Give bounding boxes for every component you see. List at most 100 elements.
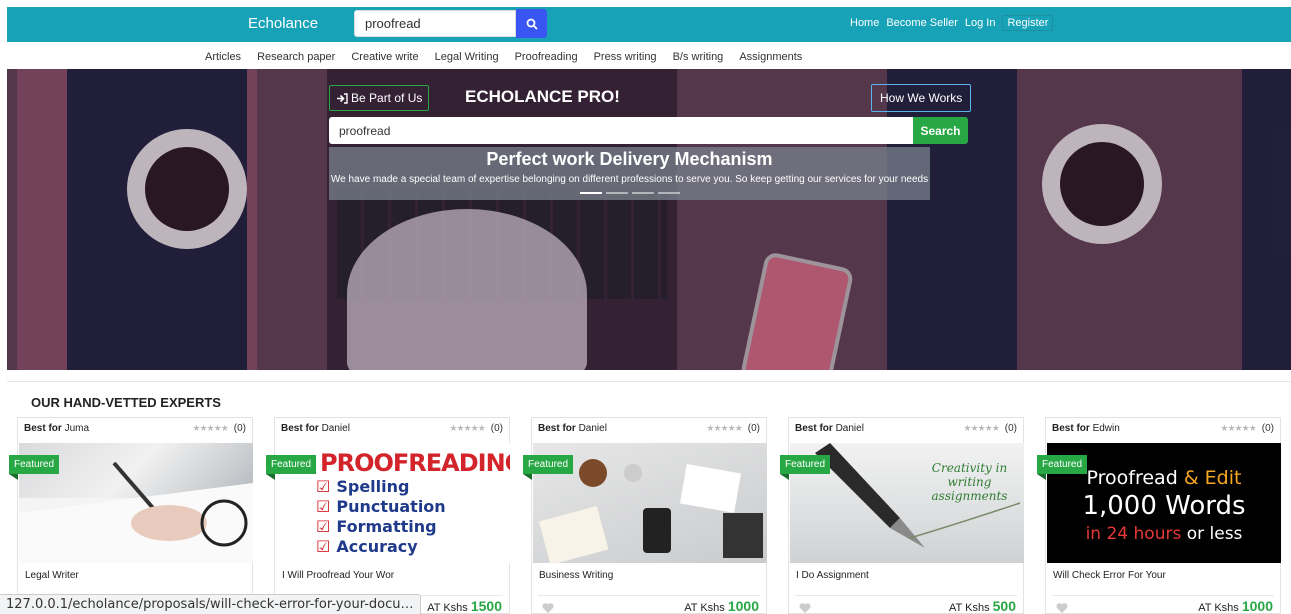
category-articles[interactable]: Articles [205,51,241,63]
card-title[interactable]: I Will Proofread Your Wor [282,570,394,581]
card-title[interactable]: I Do Assignment [796,570,869,581]
proof-item: ☑ Accuracy [316,537,446,557]
edit-text: in 24 hours [1085,524,1182,544]
category-nav: Articles Research paper Creative write L… [205,51,818,63]
price-value: 1000 [1241,598,1273,614]
category-bs-writing[interactable]: B/s writing [673,51,724,63]
category-legal-writing[interactable]: Legal Writing [435,51,499,63]
hero-carousel: Be Part of Us ECHOLANCE PRO! How We Work… [7,69,1291,370]
expert-name: Daniel [321,423,350,434]
expert-name: Edwin [1092,423,1120,434]
card-best-for: Best for Daniel [281,423,350,434]
be-part-of-us-button[interactable]: Be Part of Us [329,85,430,111]
category-research-paper[interactable]: Research paper [257,51,335,63]
browser-status-bar: 127.0.0.1/echolance/proposals/will-check… [0,594,421,614]
proof-item-text: Formatting [336,517,437,536]
review-count: (0) [233,423,246,434]
card-rating: ★★★★★ (0) [449,423,503,434]
hero-search-button[interactable]: Search [913,117,968,144]
expert-card[interactable]: Best for Juma ★★★★★ (0) Featured Legal Wr… [9,417,253,614]
sign-in-icon [337,92,348,104]
card-price: AT Kshs 1000 [1198,598,1273,614]
expert-card[interactable]: Best for Daniel ★★★★★ (0) Creativity in wr… [780,417,1024,614]
card-rating: ★★★★★ (0) [963,423,1017,434]
card-rating: ★★★★★ (0) [706,423,760,434]
stars-icon: ★★★★★ [1220,423,1256,433]
card-title[interactable]: Legal Writer [25,570,79,581]
review-count: (0) [747,423,760,434]
check-icon: ☑ [316,477,331,496]
review-count: (0) [1261,423,1274,434]
stars-icon: ★★★★★ [963,423,999,433]
edit-text: & Edit [1183,467,1242,489]
assign-line: writing assignments [931,475,1008,503]
card-best-for: Best for Edwin [1052,423,1120,434]
edit-image-line2: 1,000 Words [1082,491,1246,521]
category-proofreading[interactable]: Proofreading [515,51,578,63]
hero-overlay [7,69,1291,370]
carousel-indicator[interactable] [580,192,602,194]
carousel-caption: Perfect work Delivery Mechanism We have … [329,147,930,200]
top-search-input[interactable] [354,10,516,37]
card-best-for: Best for Juma [24,423,89,434]
carousel-indicators [580,192,680,194]
price-value: 1000 [727,598,759,614]
assign-image-text: Creativity in writing assignments [915,461,1024,503]
price-prefix: AT Kshs [684,602,725,614]
nav-register[interactable]: Register [1002,15,1054,31]
price-prefix: AT Kshs [1198,602,1239,614]
best-for-label: Best for [795,423,833,434]
stars-icon: ★★★★★ [706,423,742,433]
heart-icon[interactable] [799,602,811,614]
nav-become-seller[interactable]: Become Seller [886,17,958,31]
how-we-works-button[interactable]: How We Works [871,84,972,112]
card-divider [795,595,1017,596]
proof-image-list: ☑ Spelling ☑ Punctuation ☑ Formatting ☑ Accu… [316,477,446,557]
carousel-indicator[interactable] [658,192,680,194]
expert-name: Daniel [835,423,864,434]
edit-text: or less [1186,524,1243,544]
top-search-button[interactable] [516,9,547,38]
card-price: AT Kshs 1000 [684,598,759,614]
proof-item-text: Spelling [336,477,410,496]
proof-image-title: PROOFREADING [320,449,510,477]
brand-logo[interactable]: Echolance [248,15,318,32]
expert-card[interactable]: Best for Daniel ★★★★★ (0) Featured Busine… [523,417,767,614]
carousel-indicator[interactable] [632,192,654,194]
search-icon [526,18,538,30]
check-icon: ☑ [316,537,331,556]
category-creative-write[interactable]: Creative write [351,51,418,63]
check-icon: ☑ [316,497,331,516]
proof-item: ☑ Formatting [316,517,446,537]
card-best-for: Best for Daniel [795,423,864,434]
carousel-indicator[interactable] [606,192,628,194]
proof-item: ☑ Spelling [316,477,446,497]
caption-title: Perfect work Delivery Mechanism [486,149,773,169]
price-prefix: AT Kshs [949,602,990,614]
card-rating: ★★★★★ (0) [1220,423,1274,434]
card-price: AT Kshs 1500 [427,598,502,614]
card-divider [538,595,760,596]
best-for-label: Best for [24,423,62,434]
price-value: 1500 [470,598,502,614]
heart-icon[interactable] [542,602,554,614]
price-prefix: AT Kshs [427,602,468,614]
edit-image-line3: in 24 hours or less [1047,524,1281,544]
review-count: (0) [1004,423,1017,434]
expert-card[interactable]: Best for Daniel ★★★★★ (0) PROOFREADING ☑ S… [266,417,510,614]
category-assignments[interactable]: Assignments [739,51,802,63]
nav-home[interactable]: Home [850,17,879,31]
top-navbar: Echolance Home Become Seller Log In Regi… [7,7,1291,42]
expert-card[interactable]: Best for Edwin ★★★★★ (0) Proofread & Edit… [1037,417,1281,614]
category-press-writing[interactable]: Press writing [594,51,657,63]
proof-item-text: Accuracy [336,537,418,556]
card-title[interactable]: Business Writing [539,570,613,581]
best-for-label: Best for [538,423,576,434]
review-count: (0) [490,423,503,434]
card-title[interactable]: Will Check Error For Your [1053,570,1166,581]
nav-login[interactable]: Log In [965,17,996,31]
card-rating: ★★★★★ (0) [192,423,246,434]
heart-icon[interactable] [1056,602,1068,614]
caption-text: We have made a special team of expertise… [330,174,929,185]
hero-search-input[interactable] [329,117,913,144]
